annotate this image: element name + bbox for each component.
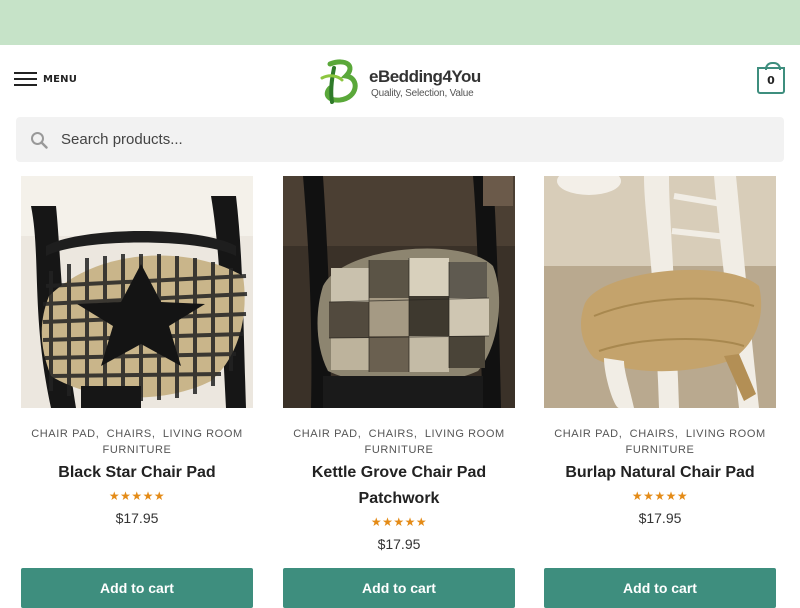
site-logo[interactable]: eBedding4You Quality, Selection, Value xyxy=(316,58,486,106)
category-link[interactable]: CHAIR PAD xyxy=(554,428,618,440)
category-link[interactable]: CHAIRS xyxy=(369,428,414,440)
product-title[interactable]: Kettle Grove Chair Pad Patchwork xyxy=(283,460,515,512)
add-to-cart-button[interactable]: Add to cart xyxy=(544,568,776,608)
product-categories: CHAIR PAD, CHAIRS, LIVING ROOM FURNITURE xyxy=(554,428,766,456)
logo-name: eBedding4You xyxy=(369,67,481,86)
product-grid: CHAIR PAD, CHAIRS, LIVING ROOM FURNITURE… xyxy=(0,176,800,608)
add-to-cart-button[interactable]: Add to cart xyxy=(21,568,253,608)
category-link[interactable]: CHAIR PAD xyxy=(293,428,357,440)
menu-button[interactable]: MENU xyxy=(14,71,77,87)
product-price: $17.95 xyxy=(638,510,682,526)
logo-mark-icon xyxy=(320,59,358,104)
category-link[interactable]: CHAIRS xyxy=(630,428,675,440)
search-box xyxy=(16,117,784,162)
cart-button[interactable]: 0 xyxy=(757,62,785,94)
cart-count: 0 xyxy=(767,74,775,87)
add-to-cart-button[interactable]: Add to cart xyxy=(283,568,515,608)
product-categories: CHAIR PAD, CHAIRS, LIVING ROOM FURNITURE xyxy=(293,428,505,456)
rating-stars-icon: ★★★★★ xyxy=(370,515,428,529)
product-image[interactable] xyxy=(21,176,253,408)
product-categories: CHAIR PAD, CHAIRS, LIVING ROOM FURNITURE xyxy=(31,428,243,456)
product-image[interactable] xyxy=(283,176,515,408)
product-title[interactable]: Black Star Chair Pad xyxy=(21,460,253,486)
product-price: $17.95 xyxy=(377,536,421,552)
product-price: $17.95 xyxy=(115,510,159,526)
category-link[interactable]: CHAIRS xyxy=(107,428,152,440)
search-input[interactable] xyxy=(61,117,761,162)
logo-tagline: Quality, Selection, Value xyxy=(371,88,474,99)
rating-stars-icon: ★★★★★ xyxy=(108,489,166,503)
product-image[interactable] xyxy=(544,176,776,408)
site-header: MENU eBedding4You Quality, Selection, Va… xyxy=(0,45,800,117)
product-title[interactable]: Burlap Natural Chair Pad xyxy=(544,460,776,486)
search-bar xyxy=(0,117,800,177)
rating-stars-icon: ★★★★★ xyxy=(631,489,689,503)
category-link[interactable]: CHAIR PAD xyxy=(31,428,95,440)
search-icon[interactable] xyxy=(30,131,48,149)
top-announcement-bar xyxy=(0,0,800,45)
hamburger-icon xyxy=(14,71,37,87)
menu-label: MENU xyxy=(43,73,78,85)
